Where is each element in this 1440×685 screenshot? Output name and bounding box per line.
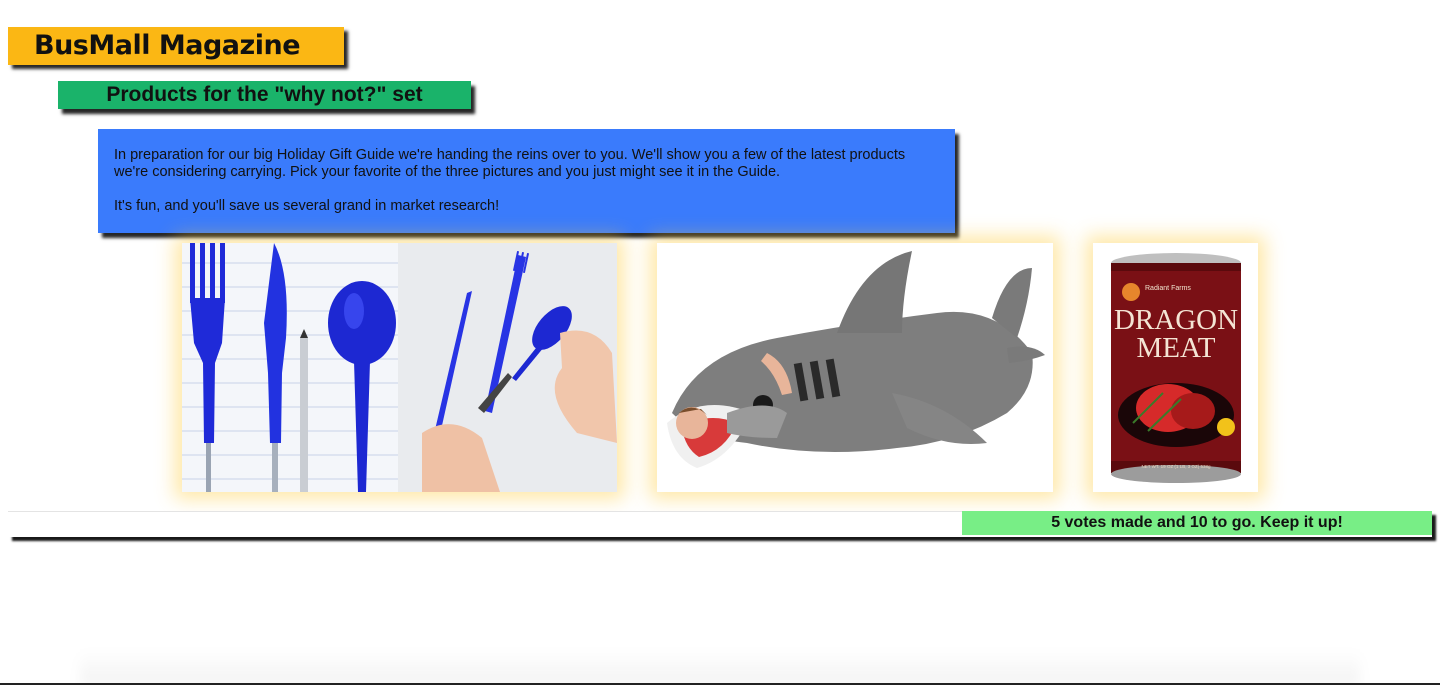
intro-paragraph: In preparation for our big Holiday Gift … — [114, 147, 906, 180]
intro-paragraph: It's fun, and you'll save us several gra… — [114, 198, 500, 214]
product-image-dragon-meat[interactable]: Radiant Farms DRAGON MEAT NET WT. 19 OZ … — [1093, 243, 1258, 492]
intro-box: In preparation for our big Holiday Gift … — [98, 129, 955, 233]
product-image-pen-utensils[interactable] — [182, 243, 617, 492]
can-label-line2: MEAT — [1137, 332, 1216, 364]
shark-sleeping-bag-illustration — [657, 243, 1053, 492]
brand-label: Radiant Farms — [1145, 285, 1191, 292]
footer-shadow — [80, 650, 1360, 685]
brand-logo-icon — [1122, 283, 1140, 301]
page-title: BusMall Magazine — [8, 27, 344, 65]
pen-utensils-illustration — [182, 243, 617, 492]
dragon-meat-can-illustration: Radiant Farms DRAGON MEAT NET WT. 19 OZ … — [1093, 243, 1258, 492]
votes-status: 5 votes made and 10 to go. Keep it up! — [962, 511, 1432, 535]
page-subtitle: Products for the "why not?" set — [58, 81, 471, 109]
can-weight-label: NET WT. 19 OZ (1 LB, 3 OZ) 538g — [1142, 464, 1211, 469]
product-image-shark-sleeping-bag[interactable] — [657, 243, 1053, 492]
